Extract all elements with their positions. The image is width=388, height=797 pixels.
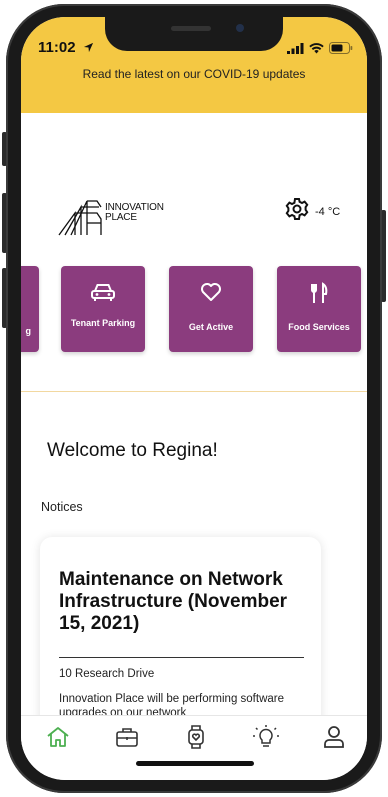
nav-home[interactable] — [45, 726, 71, 752]
wifi-icon — [309, 41, 324, 59]
gear-icon[interactable] — [285, 197, 309, 226]
divider — [21, 391, 367, 392]
tile-label: Get Active — [188, 322, 234, 332]
home-icon[interactable] — [46, 726, 70, 753]
location-arrow-icon — [83, 40, 94, 58]
user-icon[interactable] — [323, 725, 345, 754]
briefcase-icon[interactable] — [115, 726, 139, 753]
status-icons — [287, 41, 353, 59]
tile-label: Food Services — [288, 322, 350, 332]
status-time: 11:02 — [38, 39, 76, 56]
nav-profile[interactable] — [321, 725, 347, 754]
notice-location: 10 Research Drive — [59, 668, 155, 680]
bottom-nav — [21, 715, 367, 780]
tile-tenant-parking[interactable]: Tenant Parking — [61, 266, 145, 352]
tile-label: g — [25, 326, 32, 336]
logo-text-line2: PLACE — [105, 212, 137, 223]
home-indicator[interactable] — [136, 761, 254, 766]
nav-ideas[interactable] — [253, 724, 279, 754]
nav-watch[interactable] — [183, 724, 209, 754]
battery-icon — [329, 41, 353, 59]
signal-icon — [287, 41, 304, 59]
tile-partial[interactable]: g — [21, 266, 39, 352]
smartwatch-icon[interactable] — [186, 724, 206, 754]
covid-banner[interactable]: 11:02 Read the latest on our COVID-19 up… — [21, 17, 367, 113]
nav-briefcase[interactable] — [114, 726, 140, 752]
notices-heading: Notices — [41, 500, 83, 514]
logo-mark-icon — [58, 200, 102, 236]
tile-food-services[interactable]: Food Services — [277, 266, 361, 352]
lightbulb-icon[interactable] — [253, 724, 279, 754]
heart-icon — [169, 282, 253, 306]
temperature: -4 °C — [315, 205, 341, 218]
car-icon — [61, 282, 145, 306]
quick-links: g Tenant Parking Get Active Food Service… — [21, 266, 367, 352]
tile-get-active[interactable]: Get Active — [169, 266, 253, 352]
utensils-icon — [277, 282, 361, 306]
app-screen: 11:02 Read the latest on our COVID-19 up… — [21, 17, 367, 780]
notice-divider — [59, 657, 304, 658]
logo-text: INNOVATION PLACE — [105, 203, 164, 223]
welcome-heading: Welcome to Regina! — [47, 440, 218, 461]
banner-text: Read the latest on our COVID-19 updates — [82, 67, 306, 81]
notice-title: Maintenance on Network Infrastructure (N… — [59, 569, 288, 634]
weather-widget[interactable]: -4 °C — [285, 197, 340, 226]
notch — [105, 17, 283, 51]
tile-label: Tenant Parking — [70, 318, 136, 328]
phone-frame: 11:02 Read the latest on our COVID-19 up… — [0, 0, 388, 797]
